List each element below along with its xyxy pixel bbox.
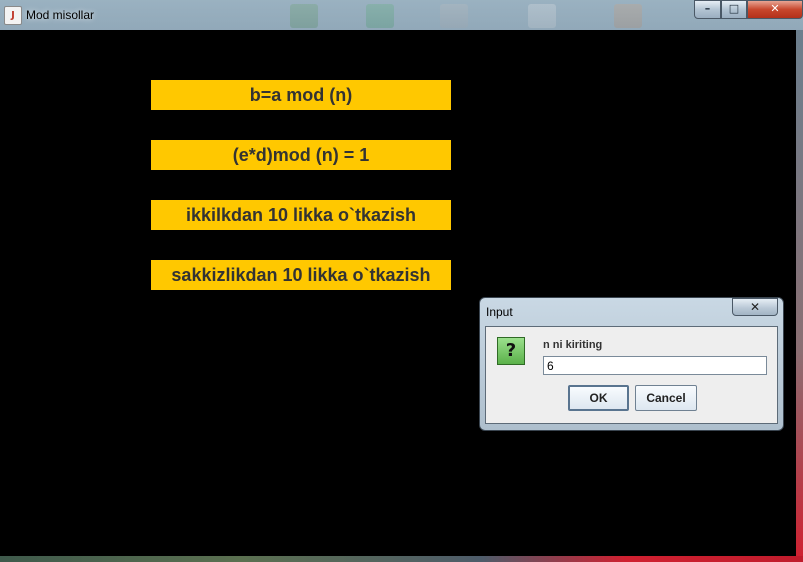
n-input-field[interactable] — [543, 356, 767, 375]
dialog-close-button[interactable]: ✕ — [732, 298, 778, 316]
ok-button[interactable]: OK — [568, 385, 629, 411]
octal-to-decimal-button[interactable]: sakkizlikdan 10 likka o`tkazish — [151, 260, 451, 290]
dialog-body: ? n ni kiriting OK Cancel — [485, 326, 778, 424]
maximize-button[interactable]: □ — [721, 0, 747, 19]
window-titlebar[interactable]: J Mod misollar – □ ✕ — [0, 0, 803, 30]
question-icon: ? — [497, 337, 525, 365]
cancel-button[interactable]: Cancel — [635, 385, 697, 411]
window-frame-right — [796, 30, 803, 562]
window-frame-bottom — [0, 556, 803, 562]
window-title: Mod misollar — [26, 8, 95, 22]
window-controls: – □ ✕ — [694, 0, 803, 19]
dialog-prompt: n ni kiriting — [543, 339, 603, 351]
mod-button[interactable]: b=a mod (n) — [151, 80, 451, 110]
content-area: b=a mod (n) (e*d)mod (n) = 1 ikkilkdan 1… — [0, 30, 796, 556]
main-window: J Mod misollar – □ ✕ b=a mod (n) (e*d)mo… — [0, 0, 803, 562]
minimize-button[interactable]: – — [694, 0, 721, 19]
close-button[interactable]: ✕ — [747, 0, 803, 19]
dialog-title: Input — [486, 305, 513, 319]
inverse-mod-button[interactable]: (e*d)mod (n) = 1 — [151, 140, 451, 170]
binary-to-decimal-button[interactable]: ikkilkdan 10 likka o`tkazish — [151, 200, 451, 230]
input-dialog: Input ✕ ? n ni kiriting OK Cancel — [479, 297, 784, 431]
java-cup-icon[interactable]: J — [4, 6, 22, 25]
